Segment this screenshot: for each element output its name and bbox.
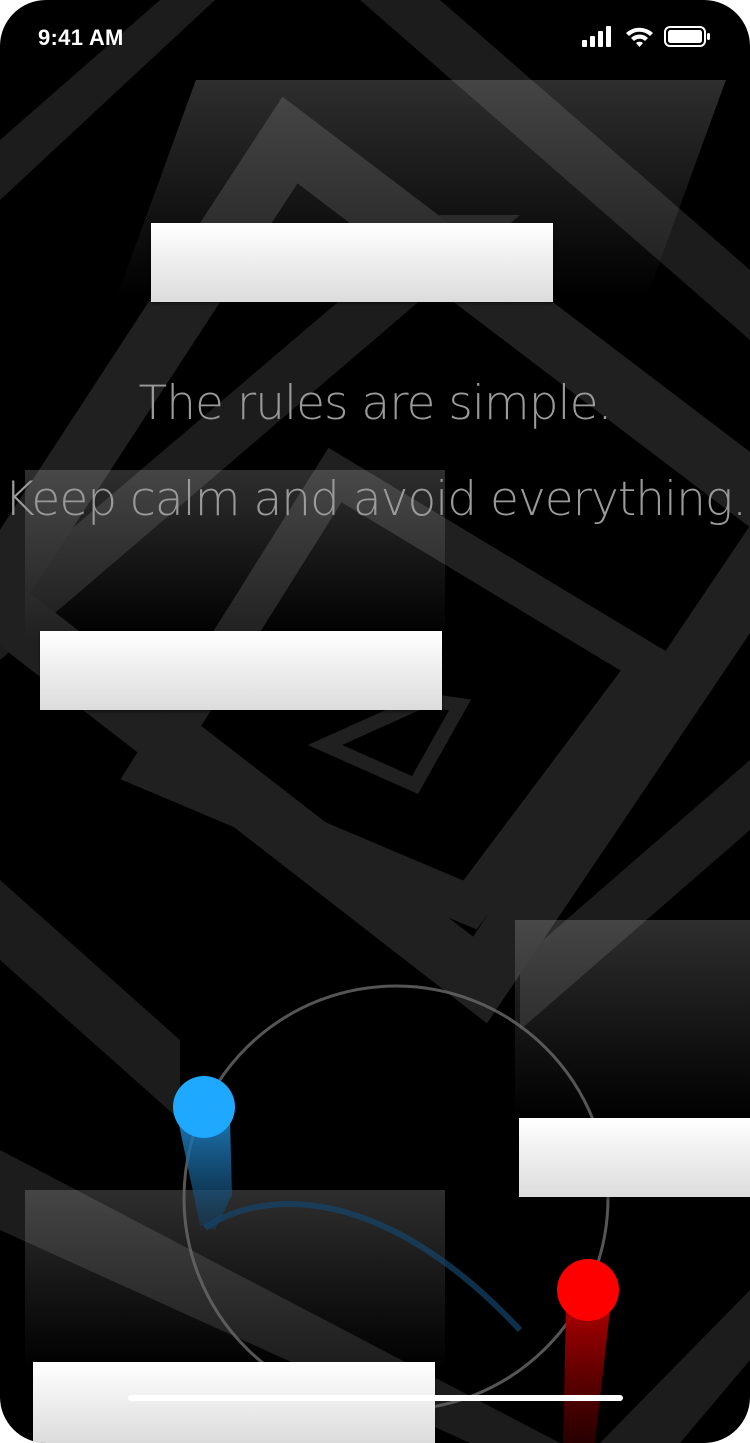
red-trail [563, 1310, 610, 1443]
home-indicator[interactable] [128, 1395, 623, 1401]
red-player-dot[interactable] [557, 1259, 619, 1321]
blue-player-dot[interactable] [173, 1076, 235, 1138]
game-screen[interactable]: The rules are simple. Keep calm and avoi… [0, 0, 750, 1443]
rules-line-2: Keep calm and avoid everything. [3, 472, 747, 527]
obstacle-bar [40, 631, 442, 710]
wifi-icon [626, 27, 653, 47]
signal-icon [582, 26, 611, 47]
game-canvas[interactable] [0, 0, 750, 1443]
rules-line-1: The rules are simple. [138, 376, 613, 431]
battery-icon [664, 26, 710, 47]
obstacle-bar [519, 1118, 750, 1197]
status-bar: 9:41 AM [0, 0, 750, 80]
status-time: 9:41 AM [38, 25, 124, 50]
obstacle-bar [33, 1362, 435, 1443]
obstacle-bar [151, 223, 553, 302]
status-icons [582, 26, 710, 47]
